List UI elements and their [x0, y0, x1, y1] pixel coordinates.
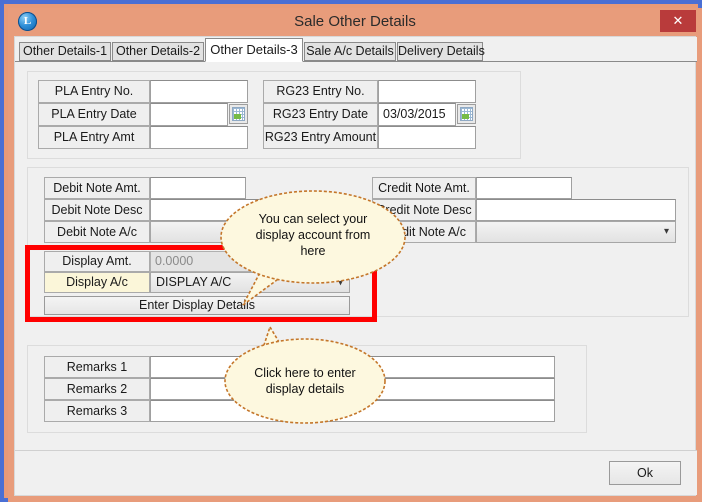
client-area: Other Details-1 Other Details-2 Other De…	[14, 36, 697, 496]
debit-note-ac-label: Debit Note A/c	[44, 221, 150, 243]
close-icon[interactable]: ✕	[660, 10, 696, 32]
pla-entry-no-label: PLA Entry No.	[38, 80, 150, 103]
debit-note-amt-label: Debit Note Amt.	[44, 177, 150, 199]
pla-entry-date-input[interactable]	[150, 103, 228, 126]
debit-note-desc-label: Debit Note Desc	[44, 199, 150, 221]
callout-click-to-enter-display-details: Click here to enter display details	[220, 319, 390, 429]
tab-strip: Other Details-1 Other Details-2 Other De…	[15, 37, 697, 62]
display-amt-label: Display Amt.	[44, 251, 150, 272]
tab-sale-ac-details[interactable]: Sale A/c Details	[304, 42, 396, 61]
remarks-1-label: Remarks 1	[44, 356, 150, 378]
display-ac-label: Display A/c	[44, 272, 150, 293]
pla-entry-date-label: PLA Entry Date	[38, 103, 150, 126]
dialog-footer: Ok	[15, 450, 697, 495]
pla-entry-date-calendar-icon[interactable]	[229, 104, 248, 124]
rg23-entry-amount-label: RG23 Entry Amount	[263, 126, 378, 149]
pla-entry-amt-input[interactable]	[150, 126, 248, 149]
callout-2-line-2: display details	[265, 382, 345, 396]
tab-strip-underline	[15, 61, 697, 62]
title-bar: L Sale Other Details ✕	[8, 8, 702, 36]
rg23-entry-date-input[interactable]: 03/03/2015	[378, 103, 456, 126]
remarks-2-label: Remarks 2	[44, 378, 150, 400]
callout-2-line-1: Click here to enter	[254, 366, 356, 380]
chevron-down-icon: ▾	[663, 226, 669, 237]
active-tab-underline-mask	[206, 61, 302, 62]
rg23-entry-no-input[interactable]	[378, 80, 476, 103]
ok-button[interactable]: Ok	[609, 461, 681, 485]
callout-1-line-2: display account from	[255, 228, 371, 242]
remarks-3-label: Remarks 3	[44, 400, 150, 422]
credit-note-desc-input[interactable]	[476, 199, 676, 221]
tab-other-details-3[interactable]: Other Details-3	[205, 38, 303, 62]
window-title: Sale Other Details	[294, 13, 416, 30]
tab-other-details-1[interactable]: Other Details-1	[19, 42, 111, 61]
rg23-entry-no-label: RG23 Entry No.	[263, 80, 378, 103]
rg23-entry-date-label: RG23 Entry Date	[263, 103, 378, 126]
credit-note-ac-select[interactable]: ▾	[476, 221, 676, 243]
pla-entry-no-input[interactable]	[150, 80, 248, 103]
excise-entry-panel: PLA Entry No. PLA Entry Date PLA Entry A…	[27, 71, 521, 159]
rg23-entry-date-calendar-icon[interactable]	[457, 104, 476, 124]
pla-entry-amt-label: PLA Entry Amt	[38, 126, 150, 149]
callout-select-display-account: You can select your display account from…	[213, 185, 413, 315]
tab-other-details-2[interactable]: Other Details-2	[112, 42, 204, 61]
credit-note-amt-input[interactable]	[476, 177, 572, 199]
application-window: L Sale Other Details ✕ Other Details-1 O…	[0, 0, 702, 502]
callout-1-line-1: You can select your	[258, 212, 368, 226]
callout-1-line-3: here	[300, 244, 326, 258]
rg23-entry-amount-input[interactable]	[378, 126, 476, 149]
tab-delivery-details[interactable]: Delivery Details	[397, 42, 485, 61]
window-frame: L Sale Other Details ✕ Other Details-1 O…	[8, 8, 702, 502]
